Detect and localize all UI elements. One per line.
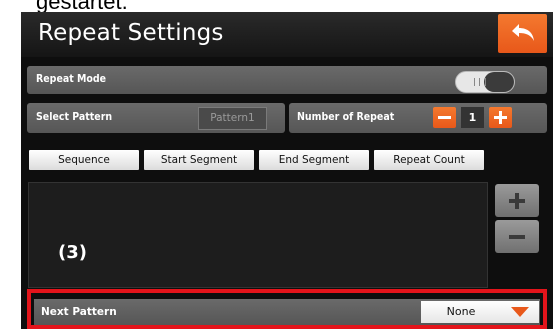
back-arrow-icon (512, 24, 534, 41)
increment-button[interactable] (489, 107, 512, 128)
decrement-button[interactable] (433, 107, 456, 128)
device-screen: Repeat Settings Repeat Mode Select Patte… (21, 12, 553, 329)
remove-row-button[interactable] (495, 220, 539, 253)
add-row-button[interactable] (495, 184, 539, 217)
repeat-mode-label: Repeat Mode (36, 73, 107, 85)
back-button[interactable] (498, 14, 547, 53)
column-header-start-segment[interactable]: Start Segment (144, 150, 254, 170)
select-pattern-label: Select Pattern (36, 111, 113, 123)
chevron-down-icon[interactable] (501, 301, 539, 323)
next-pattern-label: Next Pattern (41, 306, 117, 318)
annotation-label: (3) (58, 242, 87, 263)
next-pattern-row: Next Pattern None (34, 299, 540, 325)
title-bar: Repeat Settings (21, 12, 553, 57)
select-pattern-row: Select Pattern Pattern1 (27, 103, 285, 133)
page-title: Repeat Settings (38, 20, 224, 46)
repeat-count-value: 1 (461, 107, 484, 128)
column-header-sequence[interactable]: Sequence (29, 150, 139, 170)
toggle-knob (484, 72, 514, 92)
column-header-repeat-count[interactable]: Repeat Count (374, 150, 484, 170)
grip-icon (474, 78, 486, 86)
highlight-frame: Next Pattern None (27, 289, 547, 329)
repeat-mode-row: Repeat Mode (27, 66, 547, 94)
column-header-end-segment[interactable]: End Segment (259, 150, 369, 170)
next-pattern-select[interactable]: None (421, 301, 501, 323)
number-of-repeat-label: Number of Repeat (297, 111, 395, 123)
number-of-repeat-row: Number of Repeat 1 (289, 103, 547, 133)
sequence-list[interactable] (28, 182, 488, 288)
repeat-mode-toggle[interactable] (455, 71, 515, 93)
pattern-select-field[interactable]: Pattern1 (198, 107, 267, 130)
